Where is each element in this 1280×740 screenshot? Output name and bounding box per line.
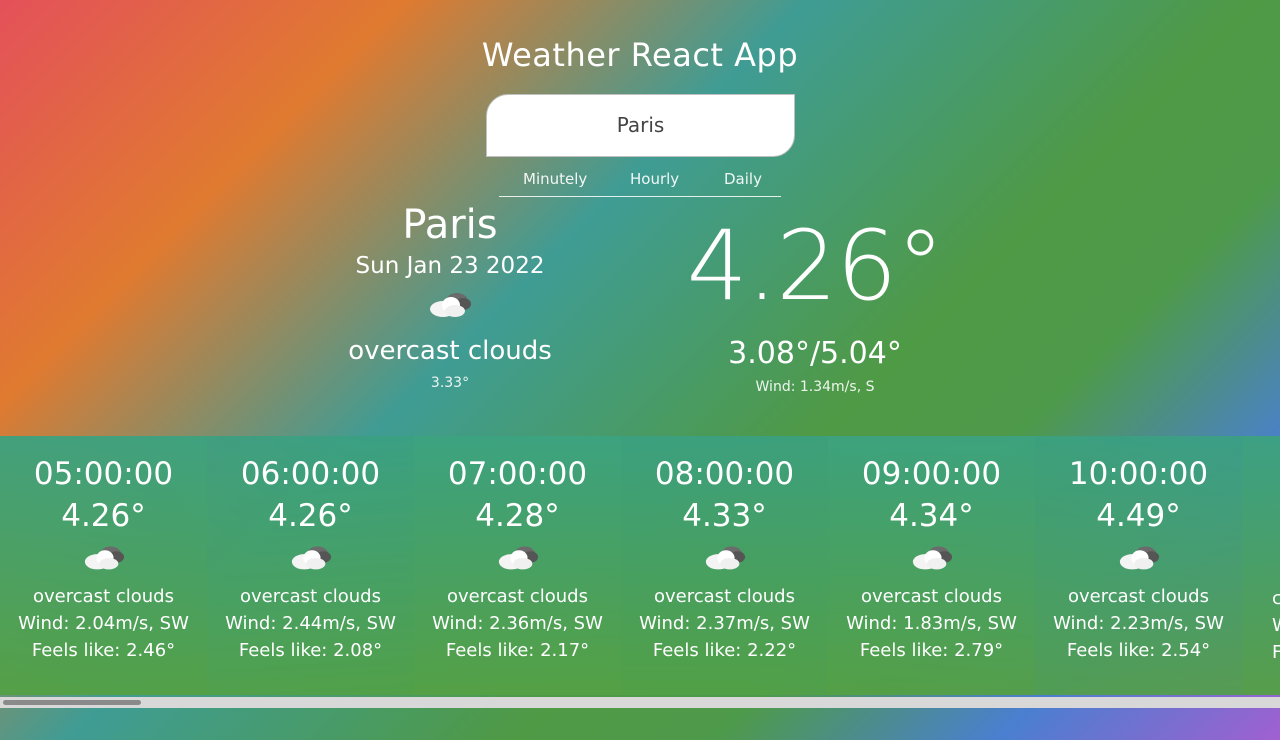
hourly-feels-like: Feels like: 2.79° (859, 640, 1004, 661)
hourly-description: c (1272, 588, 1280, 609)
hourly-time: 06:00:00 (240, 456, 381, 492)
hourly-temp: 4.33° (682, 498, 767, 534)
hourly-card: c W F (1242, 436, 1280, 695)
hourly-wind: Wind: 2.36m/s, SW (432, 613, 603, 634)
current-temperature: 4.26° (686, 210, 945, 322)
city-search-input[interactable]: Paris (486, 94, 795, 157)
app-title: Weather React App (481, 36, 799, 74)
overcast-clouds-icon (414, 542, 621, 576)
hourly-wind: W (1272, 615, 1280, 636)
hourly-card: 08:00:00 4.33° overcast clouds Wind: 2.3… (621, 436, 828, 695)
tab-minutely[interactable]: Minutely (523, 168, 587, 190)
hourly-temp: 4.34° (889, 498, 974, 534)
hourly-description: overcast clouds (1068, 586, 1209, 607)
hourly-card: 10:00:00 4.49° overcast clouds Wind: 2.2… (1035, 436, 1242, 695)
hourly-temp: 4.28° (475, 498, 560, 534)
hourly-forecast-strip[interactable]: 05:00:00 4.26° overcast clouds Wind: 2.0… (0, 436, 1280, 695)
overcast-clouds-icon (621, 542, 828, 576)
hourly-wind: Wind: 2.37m/s, SW (639, 613, 810, 634)
hourly-feels-like: Feels like: 2.17° (445, 640, 590, 661)
current-date: Sun Jan 23 2022 (355, 253, 545, 279)
hourly-time: 07:00:00 (447, 456, 588, 492)
hourly-temp (1272, 499, 1280, 536)
hourly-feels-like: Feels like: 2.08° (238, 640, 383, 661)
hourly-description: overcast clouds (240, 586, 381, 607)
hourly-description: overcast clouds (33, 586, 174, 607)
hourly-card: 09:00:00 4.34° overcast clouds Wind: 1.8… (828, 436, 1035, 695)
hourly-feels-like: F (1272, 642, 1280, 663)
overcast-clouds-icon (207, 542, 414, 576)
hourly-time (1272, 456, 1280, 493)
hourly-card: 05:00:00 4.26° overcast clouds Wind: 2.0… (0, 436, 207, 695)
overcast-clouds-icon (0, 542, 207, 576)
hourly-time: 10:00:00 (1068, 456, 1209, 492)
scrollbar-thumb[interactable] (3, 700, 141, 705)
hourly-time: 05:00:00 (33, 456, 174, 492)
hourly-feels-like: Feels like: 2.22° (652, 640, 797, 661)
overcast-clouds-icon (1272, 544, 1280, 578)
forecast-tabs: Minutely Hourly Daily (499, 166, 781, 197)
hourly-temp: 4.49° (1096, 498, 1181, 534)
overcast-clouds-icon (828, 542, 1035, 576)
hourly-temp: 4.26° (268, 498, 353, 534)
hourly-description: overcast clouds (861, 586, 1002, 607)
city-name: Paris (402, 202, 498, 248)
hourly-card: 07:00:00 4.28° overcast clouds Wind: 2.3… (414, 436, 621, 695)
hourly-wind: Wind: 2.44m/s, SW (225, 613, 396, 634)
hourly-time: 08:00:00 (654, 456, 795, 492)
current-sub-temp: 3.33° (430, 375, 470, 391)
hourly-description: overcast clouds (654, 586, 795, 607)
hourly-description: overcast clouds (447, 586, 588, 607)
hourly-feels-like: Feels like: 2.54° (1066, 640, 1211, 661)
overcast-clouds-icon (300, 289, 600, 321)
current-temperature-panel: 4.26° 3.08°/5.04° Wind: 1.34m/s, S (665, 208, 965, 395)
hourly-wind: Wind: 2.23m/s, SW (1053, 613, 1224, 634)
tab-daily[interactable]: Daily (724, 168, 762, 190)
hourly-temp: 4.26° (61, 498, 146, 534)
temperature-range: 3.08°/5.04° (728, 336, 902, 371)
current-summary: Paris Sun Jan 23 2022 overcast clouds 3.… (300, 200, 600, 391)
overcast-clouds-icon (1035, 542, 1242, 576)
current-wind: Wind: 1.34m/s, S (755, 379, 875, 395)
hourly-card: 06:00:00 4.26° overcast clouds Wind: 2.4… (207, 436, 414, 695)
hourly-time: 09:00:00 (861, 456, 1002, 492)
hourly-feels-like: Feels like: 2.46° (31, 640, 176, 661)
hourly-wind: Wind: 2.04m/s, SW (18, 613, 189, 634)
horizontal-scrollbar[interactable] (0, 697, 1280, 708)
hourly-wind: Wind: 1.83m/s, SW (846, 613, 1017, 634)
current-description: overcast clouds (348, 336, 552, 366)
tab-hourly[interactable]: Hourly (630, 168, 679, 190)
